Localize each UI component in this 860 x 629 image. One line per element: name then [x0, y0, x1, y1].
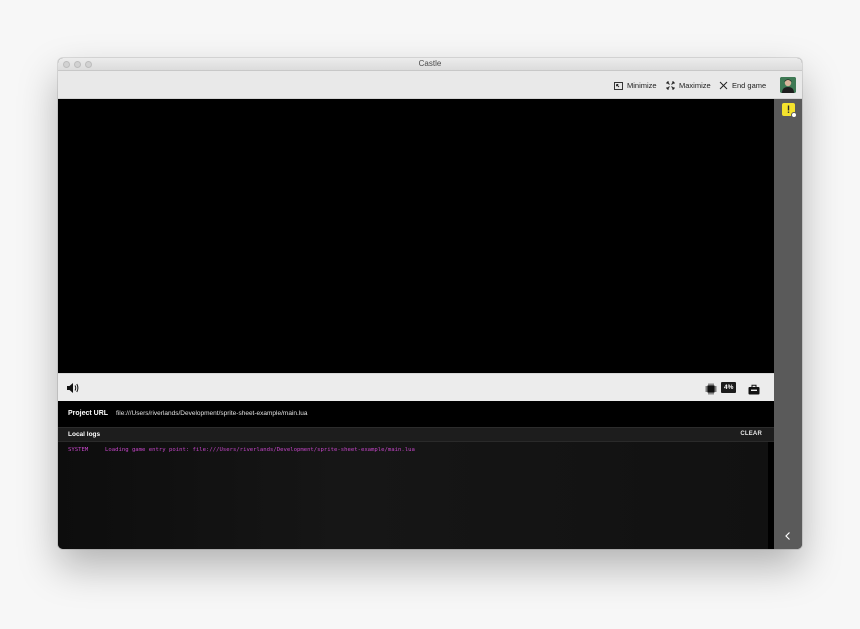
project-url-bar: Project URL file:///Users/riverlands/Dev…	[58, 401, 774, 428]
logs-panel[interactable]: SYSTEM Loading game entry point: file:///…	[58, 442, 768, 549]
notification-badge[interactable]	[782, 103, 797, 118]
sidebar	[774, 99, 802, 549]
logs-title: Local logs	[68, 431, 101, 438]
performance-button[interactable]	[705, 382, 717, 400]
toolbox-icon	[748, 384, 760, 395]
project-url-value[interactable]: file:///Users/riverlands/Development/spr…	[116, 410, 307, 417]
minimize-icon	[614, 81, 623, 90]
avatar[interactable]	[780, 77, 796, 93]
logs-scrollbar[interactable]	[768, 442, 774, 549]
collapse-sidebar-button[interactable]	[783, 529, 793, 541]
log-message: Loading game entry point: file:///Users/…	[105, 447, 415, 453]
maximize-button[interactable]: Maximize	[666, 79, 711, 92]
game-canvas[interactable]	[58, 99, 774, 373]
toolbar: Minimize Maximize End game	[58, 71, 802, 99]
maximize-icon	[666, 81, 675, 90]
minimize-button[interactable]: Minimize	[614, 79, 657, 92]
title-bar: Castle	[58, 58, 802, 71]
tools-button[interactable]	[748, 382, 760, 400]
chip-icon	[705, 383, 717, 395]
log-level: SYSTEM	[68, 447, 89, 453]
clear-logs-button[interactable]: CLEAR	[740, 431, 762, 437]
logs-header: Local logs CLEAR	[58, 428, 774, 442]
maximize-label: Maximize	[679, 81, 711, 90]
end-game-button[interactable]: End game	[719, 79, 766, 92]
volume-icon	[67, 383, 79, 393]
window-title: Castle	[418, 59, 442, 68]
status-dot	[791, 112, 797, 118]
app-window: Castle Minimize Maximize End game 4% Pro…	[58, 58, 802, 549]
end-game-label: End game	[732, 81, 767, 90]
volume-button[interactable]	[66, 381, 80, 399]
log-entry: SYSTEM Loading game entry point: file:///…	[68, 447, 415, 453]
minimize-label: Minimize	[627, 81, 657, 90]
game-controls-bar: 4%	[58, 373, 774, 401]
project-url-label: Project URL	[68, 410, 109, 417]
chevron-left-icon	[785, 532, 790, 540]
avatar-image-icon	[780, 77, 796, 93]
performance-badge: 4%	[721, 382, 737, 393]
close-icon	[719, 81, 728, 90]
